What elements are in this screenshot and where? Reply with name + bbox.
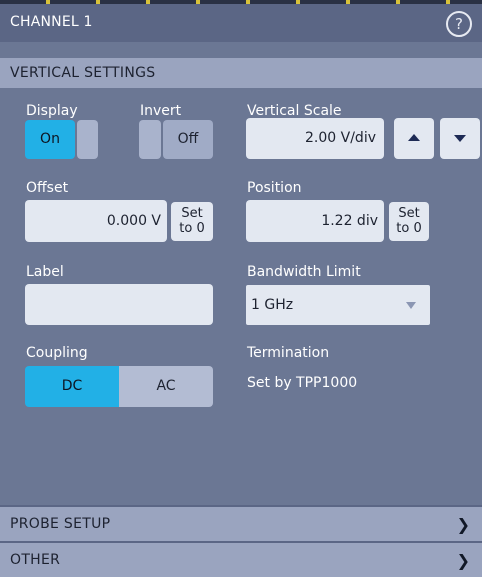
chevron-right-icon: ❯ (456, 551, 470, 570)
arrow-down-icon (454, 135, 466, 142)
title-bar: CHANNEL 1 ? (0, 0, 482, 42)
section-title: VERTICAL SETTINGS (10, 65, 156, 81)
position-set-line2: to 0 (396, 221, 422, 236)
position-field[interactable]: 1.22 div (246, 200, 384, 242)
bandwidth-limit-select[interactable]: 1 GHz (246, 285, 430, 325)
vertical-scale-field[interactable]: 2.00 V/div (246, 118, 384, 159)
coupling-dc-button[interactable]: DC (25, 366, 119, 407)
scale-down-button[interactable] (440, 118, 480, 159)
coupling-label: Coupling (26, 345, 88, 361)
invert-label: Invert (140, 103, 182, 119)
other-label: OTHER (10, 552, 61, 568)
chevron-right-icon: ❯ (456, 515, 470, 534)
arrow-up-icon (408, 134, 420, 141)
section-header-vertical-settings[interactable]: VERTICAL SETTINGS (0, 58, 482, 88)
display-label: Display (26, 103, 78, 119)
offset-set-line1: Set (181, 206, 203, 221)
probe-setup-label: PROBE SETUP (10, 516, 111, 532)
title-accent-strip (0, 0, 482, 4)
position-set-line1: Set (398, 206, 420, 221)
offset-field[interactable]: 0.000 V (25, 200, 167, 242)
label-input[interactable] (25, 284, 213, 325)
panel-title: CHANNEL 1 (10, 14, 93, 30)
other-section[interactable]: OTHER ❯ (0, 543, 482, 577)
bandwidth-selected-value: 1 GHz (251, 297, 294, 313)
bandwidth-limit-label: Bandwidth Limit (247, 264, 361, 280)
dropdown-arrow-icon (406, 302, 416, 309)
position-label: Position (247, 180, 302, 196)
invert-off-button[interactable]: Off (163, 120, 213, 159)
offset-set-to-zero-button[interactable]: Set to 0 (171, 202, 213, 241)
position-set-to-zero-button[interactable]: Set to 0 (389, 202, 429, 241)
vertical-scale-label: Vertical Scale (247, 103, 342, 119)
channel-settings-panel: CHANNEL 1 ? VERTICAL SETTINGS Display On… (0, 0, 486, 577)
label-label: Label (26, 264, 64, 280)
scale-up-button[interactable] (394, 118, 434, 159)
coupling-ac-button[interactable]: AC (119, 366, 213, 407)
display-on-button[interactable]: On (25, 120, 75, 159)
termination-label: Termination (247, 345, 330, 361)
offset-label: Offset (26, 180, 69, 196)
display-off-button[interactable] (77, 120, 98, 159)
probe-setup-section[interactable]: PROBE SETUP ❯ (0, 507, 482, 541)
help-icon[interactable]: ? (446, 11, 472, 37)
termination-value: Set by TPP1000 (247, 375, 358, 391)
invert-on-button[interactable] (139, 120, 161, 159)
offset-set-line2: to 0 (179, 221, 205, 236)
